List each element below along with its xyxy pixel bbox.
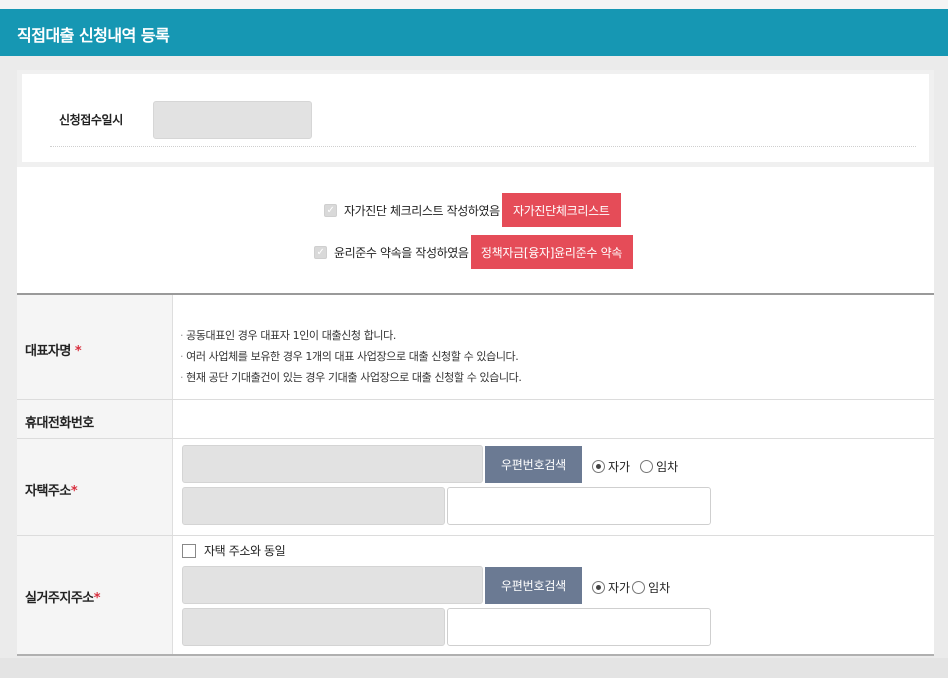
actual-own-label: 자가 — [608, 581, 631, 595]
mobile-label: 휴대전화번호 — [25, 416, 94, 431]
same-as-home: 자택 주소와 동일 — [182, 542, 286, 559]
reception-datetime-label: 신청접수일시 — [59, 113, 123, 127]
reception-datetime-field[interactable] — [153, 101, 312, 139]
ethics-checkbox[interactable]: ✓ — [314, 245, 327, 259]
ethics-label: 윤리준수 약속을 작성하였음 — [334, 245, 469, 260]
application-form-table: 대표자명 * · 공동대표인 경우 대표자 1인이 대출신청 합니다. · 여러 사… — [17, 293, 934, 656]
home-own-radio[interactable] — [592, 460, 605, 473]
home-ownership-radio-group: 자가 임차 — [592, 458, 678, 475]
home-zip-search-button[interactable]: 우편번호검색 — [485, 446, 582, 483]
row-divider — [17, 535, 934, 536]
top-strip — [0, 0, 948, 9]
rep-name-note: · 여러 사업체를 보유한 경우 1개의 대표 사업장으로 대출 신청할 수 있습… — [180, 350, 519, 363]
reception-panel: 신청접수일시 — [22, 74, 929, 162]
rep-name-note: · 현재 공단 기대출건이 있는 경우 기대출 사업장으로 대출 신청할 수 있습… — [180, 371, 522, 384]
rep-name-note: · 공동대표인 경우 대표자 1인이 대출신청 합니다. — [180, 329, 396, 342]
selfcheck-checklist-button[interactable]: 자가진단체크리스트 — [501, 193, 621, 227]
actual-ownership-radio-group: 자가 임차 — [592, 579, 670, 596]
bottom-strip — [0, 658, 948, 678]
same-as-home-checkbox[interactable] — [182, 543, 196, 558]
home-rent-radio[interactable] — [640, 460, 654, 473]
ethics-pledge-button[interactable]: 정책자금[융자]윤리준수 약속 — [470, 235, 633, 269]
row-divider — [17, 438, 934, 439]
actual-zip-search-button[interactable]: 우편번호검색 — [485, 567, 582, 604]
rep-name-label: 대표자명 * — [25, 344, 82, 359]
home-address-label: 자택주소* — [25, 484, 78, 499]
row-divider — [17, 399, 934, 400]
home-own-label: 자가 — [608, 460, 631, 474]
actual-rent-label: 임차 — [648, 581, 671, 595]
selfcheck-checkbox[interactable]: ✓ — [324, 203, 337, 217]
same-as-home-label: 자택 주소와 동일 — [204, 544, 286, 558]
page-title: 직접대출 신청내역 등록 — [17, 26, 170, 45]
home-rent-label: 임차 — [656, 460, 679, 474]
divider — [50, 146, 916, 147]
agreement-section: ✓ 자가진단 체크리스트 작성하였음 자가진단체크리스트 ✓ 윤리준수 약속을 … — [17, 167, 934, 293]
required-mark: * — [74, 344, 82, 359]
actual-address-label: 실거주지주소* — [25, 591, 101, 606]
actual-address-field[interactable] — [182, 608, 445, 646]
selfcheck-label: 자가진단 체크리스트 작성하였음 — [344, 203, 500, 218]
actual-zipcode-field[interactable] — [182, 566, 483, 604]
home-address-detail-field[interactable] — [447, 487, 711, 525]
page-header: 직접대출 신청내역 등록 — [0, 9, 948, 56]
reception-section: 신청접수일시 — [17, 70, 934, 167]
selfcheck-agreement: ✓ 자가진단 체크리스트 작성하였음 자가진단체크리스트 — [324, 193, 621, 227]
actual-rent-radio[interactable] — [632, 581, 646, 594]
home-zipcode-field[interactable] — [182, 445, 483, 483]
ethics-agreement: ✓ 윤리준수 약속을 작성하였음 정책자금[융자]윤리준수 약속 — [314, 235, 633, 269]
actual-own-radio[interactable] — [592, 581, 605, 594]
home-address-field[interactable] — [182, 487, 445, 525]
required-mark: * — [70, 484, 78, 499]
required-mark: * — [93, 591, 101, 606]
actual-address-detail-field[interactable] — [447, 608, 711, 646]
